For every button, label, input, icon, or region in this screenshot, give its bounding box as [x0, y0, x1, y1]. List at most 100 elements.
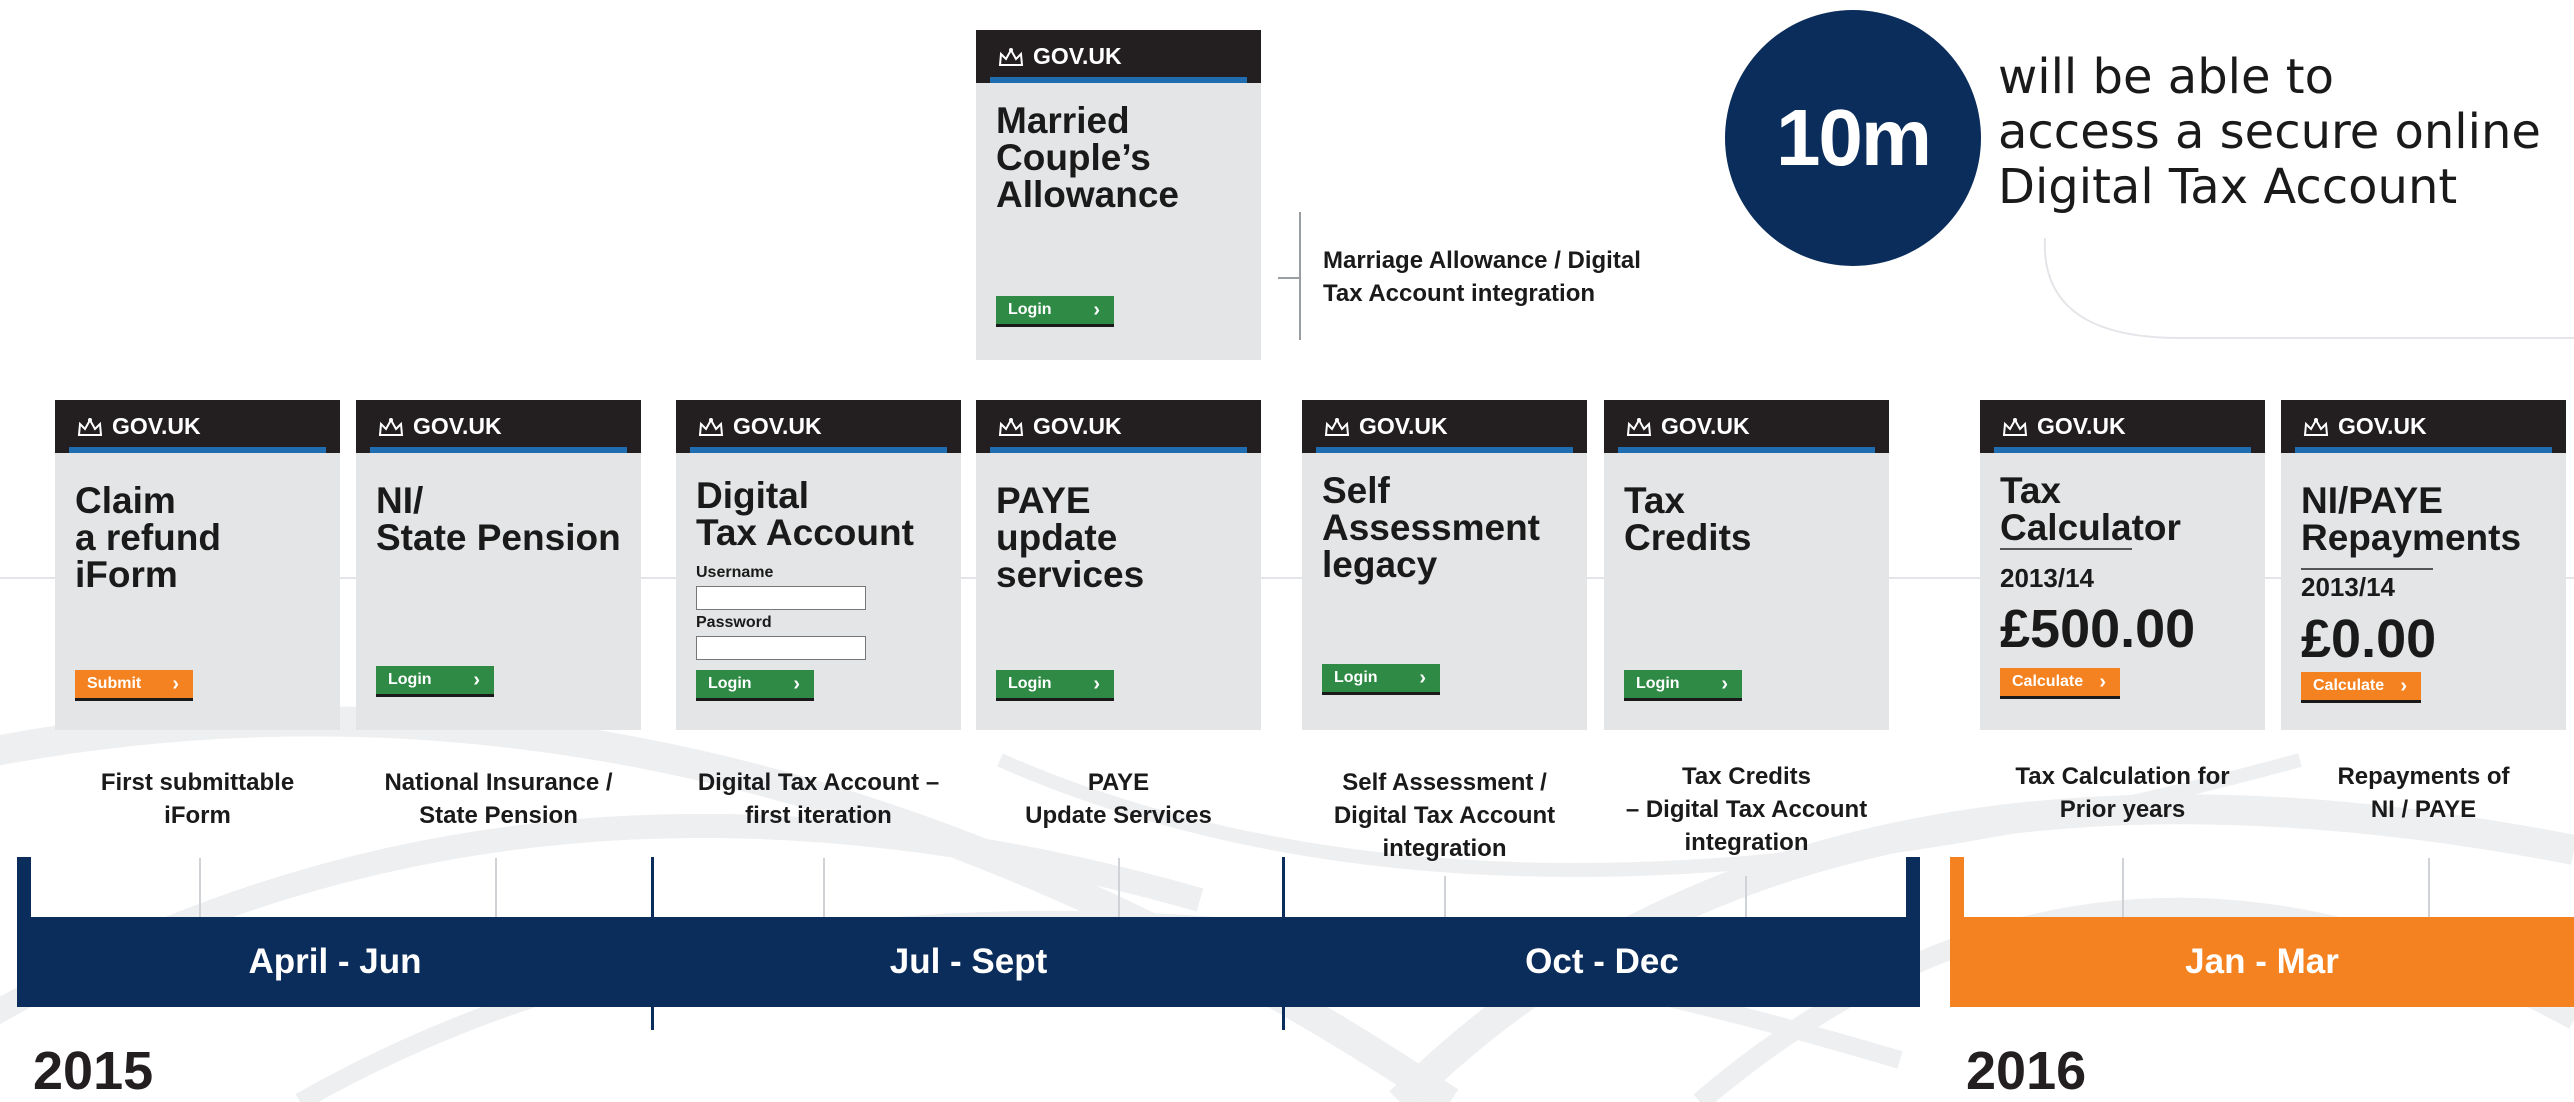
govuk-header: GOV.UK [55, 400, 340, 453]
govuk-header: GOV.UK [976, 400, 1261, 453]
timeline-tick [2122, 858, 2124, 918]
digital-tax-account-card: GOV.UK Digital Tax Account Username Pass… [676, 400, 961, 730]
login-button[interactable]: Login › [1624, 670, 1742, 701]
caption-paye: PAYE Update Services [1025, 769, 1212, 829]
title-underline [2000, 548, 2132, 550]
chevron-right-icon: › [793, 673, 800, 695]
govuk-header: GOV.UK [676, 400, 961, 453]
govuk-header: GOV.UK [1302, 400, 1587, 453]
chevron-right-icon: › [2099, 671, 2106, 693]
timeline-tick [2428, 858, 2430, 918]
tax-credits-card: GOV.UK Tax Credits Login › [1604, 400, 1889, 730]
card-title: PAYE update services [996, 480, 1145, 595]
crown-icon [2303, 417, 2329, 436]
quarter-jan-mar: Jan - Mar [1950, 917, 2574, 1007]
card-title: Digital Tax Account [696, 475, 914, 553]
repayment-amount: £0.00 [2301, 609, 2437, 669]
caption-repayments: Repayments of NI / PAYE [2337, 763, 2510, 823]
submit-button[interactable]: Submit › [75, 670, 193, 701]
card-title: Married Couple’s Allowance [996, 100, 1179, 215]
stat-circle: 10m [1725, 10, 1981, 266]
calculate-button[interactable]: Calculate › [2000, 668, 2120, 699]
card-title: NI/ State Pension [376, 480, 621, 558]
password-label: Password [696, 614, 772, 631]
title-underline [2301, 568, 2433, 570]
year-2015: 2015 [33, 1041, 154, 1101]
username-label: Username [696, 564, 774, 581]
timeline-tick [1118, 858, 1120, 918]
quarter-jul-sept: Jul - Sept [653, 917, 1284, 1007]
blue-stripe [69, 447, 326, 453]
login-button[interactable]: Login › [696, 670, 814, 701]
stat-text: will be able to access a secure online D… [1998, 49, 2541, 215]
login-button[interactable]: Login › [996, 296, 1114, 327]
govuk-header: GOV.UK [356, 400, 641, 453]
govuk-header: GOV.UK [2281, 400, 2566, 453]
password-input[interactable] [696, 636, 866, 660]
chevron-right-icon: › [1419, 667, 1426, 689]
govuk-brand: GOV.UK [1033, 43, 1122, 69]
card-title: Self Assessment legacy [1322, 470, 1541, 585]
username-input[interactable] [696, 586, 866, 610]
chevron-right-icon: › [473, 669, 480, 691]
blue-stripe [1994, 447, 2251, 453]
crown-icon [998, 417, 1024, 436]
govuk-header: GOV.UK [1604, 400, 1889, 453]
self-assessment-card: GOV.UK Self Assessment legacy Login › [1302, 400, 1587, 730]
marriage-allowance-caption: Marriage Allowance / Digital Tax Account… [1323, 247, 1641, 307]
tax-amount: £500.00 [2000, 599, 2196, 659]
blue-stripe [1316, 447, 1573, 453]
crown-icon [77, 417, 103, 436]
timeline-tick [199, 858, 201, 918]
caption-digital-tax-account: Digital Tax Account – first iteration [697, 769, 940, 829]
crown-icon [1626, 417, 1652, 436]
caption-first-submittable: First submittable iForm [100, 769, 295, 829]
ni-state-pension-card: GOV.UK NI/ State Pension Login › [356, 400, 641, 730]
blue-stripe [990, 447, 1247, 453]
timeline-tick [823, 858, 825, 918]
chevron-right-icon: › [2400, 675, 2407, 697]
login-button[interactable]: Login › [996, 670, 1114, 701]
claim-refund-card: GOV.UK Claim a refund iForm Submit › [55, 400, 340, 730]
chevron-right-icon: › [1721, 673, 1728, 695]
caption-national-insurance: National Insurance / State Pension [384, 769, 613, 829]
chevron-right-icon: › [1093, 673, 1100, 695]
crown-icon [1324, 417, 1350, 436]
tax-calculator-card: GOV.UK Tax Calculator 2013/14 £500.00 Ca… [1980, 400, 2265, 730]
year-2016: 2016 [1966, 1041, 2087, 1101]
card-title: NI/PAYE Repayments [2301, 480, 2522, 558]
blue-stripe [370, 447, 627, 453]
bracket-left-2016 [1950, 857, 1964, 919]
quarter-april-jun: April - Jun [17, 917, 653, 1007]
married-couples-allowance-card: GOV.UK Married Couple’s Allowance Login › [976, 30, 1261, 360]
tax-year: 2013/14 [2000, 563, 2094, 593]
timeline-tick [1745, 876, 1747, 918]
crown-icon [378, 417, 404, 436]
caption-tax-credits: Tax Credits – Digital Tax Account integr… [1625, 763, 1868, 856]
login-button[interactable]: Login › [376, 666, 494, 697]
quarter-oct-dec: Oct - Dec [1284, 917, 1920, 1007]
blue-stripe [690, 447, 947, 453]
crown-icon [2002, 417, 2028, 436]
card-title: Tax Calculator [2000, 470, 2181, 548]
bracket-right [1906, 857, 1920, 919]
caption-tax-calculation: Tax Calculation for Prior years [2015, 763, 2230, 823]
blue-stripe [990, 77, 1247, 83]
tax-year: 2013/14 [2301, 572, 2395, 602]
bracket-left [17, 857, 31, 919]
crown-icon [698, 417, 724, 436]
quarter-divider [1282, 857, 1285, 1030]
govuk-header: GOV.UK [976, 30, 1261, 83]
timeline-tick [495, 858, 497, 918]
quarter-divider [651, 857, 654, 1030]
chevron-right-icon: › [1093, 299, 1100, 321]
paye-update-card: GOV.UK PAYE update services Login › [976, 400, 1261, 730]
calculate-button[interactable]: Calculate › [2301, 672, 2421, 703]
caption-self-assessment: Self Assessment / Digital Tax Account in… [1333, 769, 1556, 862]
login-button[interactable]: Login › [1322, 664, 1440, 695]
timeline-tick [1444, 876, 1446, 918]
govuk-header: GOV.UK [1980, 400, 2265, 453]
ni-paye-repayments-card: GOV.UK NI/PAYE Repayments 2013/14 £0.00 … [2281, 400, 2566, 730]
blue-stripe [1618, 447, 1875, 453]
blue-stripe [2295, 447, 2552, 453]
